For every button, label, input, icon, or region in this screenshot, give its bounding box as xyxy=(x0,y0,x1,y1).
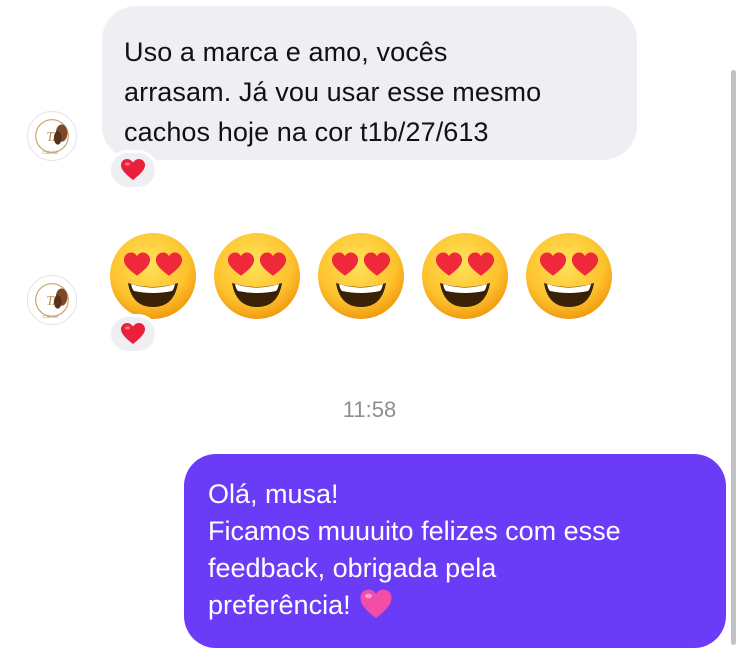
message-text-line: Olá, musa! xyxy=(208,479,339,509)
red-heart-icon xyxy=(121,159,145,180)
heart-eyes-emoji-icon xyxy=(316,231,406,321)
outgoing-message-bubble[interactable]: Olá, musa! Ficamos muuuito felizes com e… xyxy=(184,454,726,648)
message-text: preferência! xyxy=(208,590,351,620)
brand-logo-icon: TA Cabelos xyxy=(35,119,69,155)
message-text-line: feedback, obrigada pela xyxy=(208,553,497,583)
contact-avatar[interactable]: TA Cabelos xyxy=(27,111,77,161)
brand-logo-icon: TA Cabelos xyxy=(35,283,69,319)
pink-heart-icon xyxy=(359,588,393,620)
scrollbar[interactable] xyxy=(731,70,736,645)
svg-text:Cabelos: Cabelos xyxy=(42,314,58,319)
heart-eyes-emoji-icon xyxy=(524,231,614,321)
message-text-line: arrasam. Já vou usar esse mesmo xyxy=(124,77,542,107)
message-timestamp: 11:58 xyxy=(342,397,397,422)
message-reaction[interactable] xyxy=(108,150,158,190)
emoji-message[interactable] xyxy=(108,231,614,321)
heart-eyes-emoji-icon xyxy=(420,231,510,321)
heart-eyes-emoji-icon xyxy=(212,231,302,321)
svg-text:Cabelos: Cabelos xyxy=(42,150,58,155)
message-reaction[interactable] xyxy=(108,314,158,354)
incoming-message-bubble[interactable]: Uso a marca e amo, vocês arrasam. Já vou… xyxy=(102,6,637,160)
message-text-line: Uso a marca e amo, vocês xyxy=(124,37,448,67)
message-text-line-last: preferência! xyxy=(208,587,706,624)
message-text-line: cachos hoje na cor t1b/27/613 xyxy=(124,117,489,147)
chat-screen: TA Cabelos Uso a marca e amo, vocês arra… xyxy=(0,0,739,662)
heart-eyes-emoji-icon xyxy=(108,231,198,321)
red-heart-icon xyxy=(121,323,145,344)
message-text-line: Ficamos muuuito felizes com esse xyxy=(208,516,621,546)
contact-avatar[interactable]: TA Cabelos xyxy=(27,275,77,325)
